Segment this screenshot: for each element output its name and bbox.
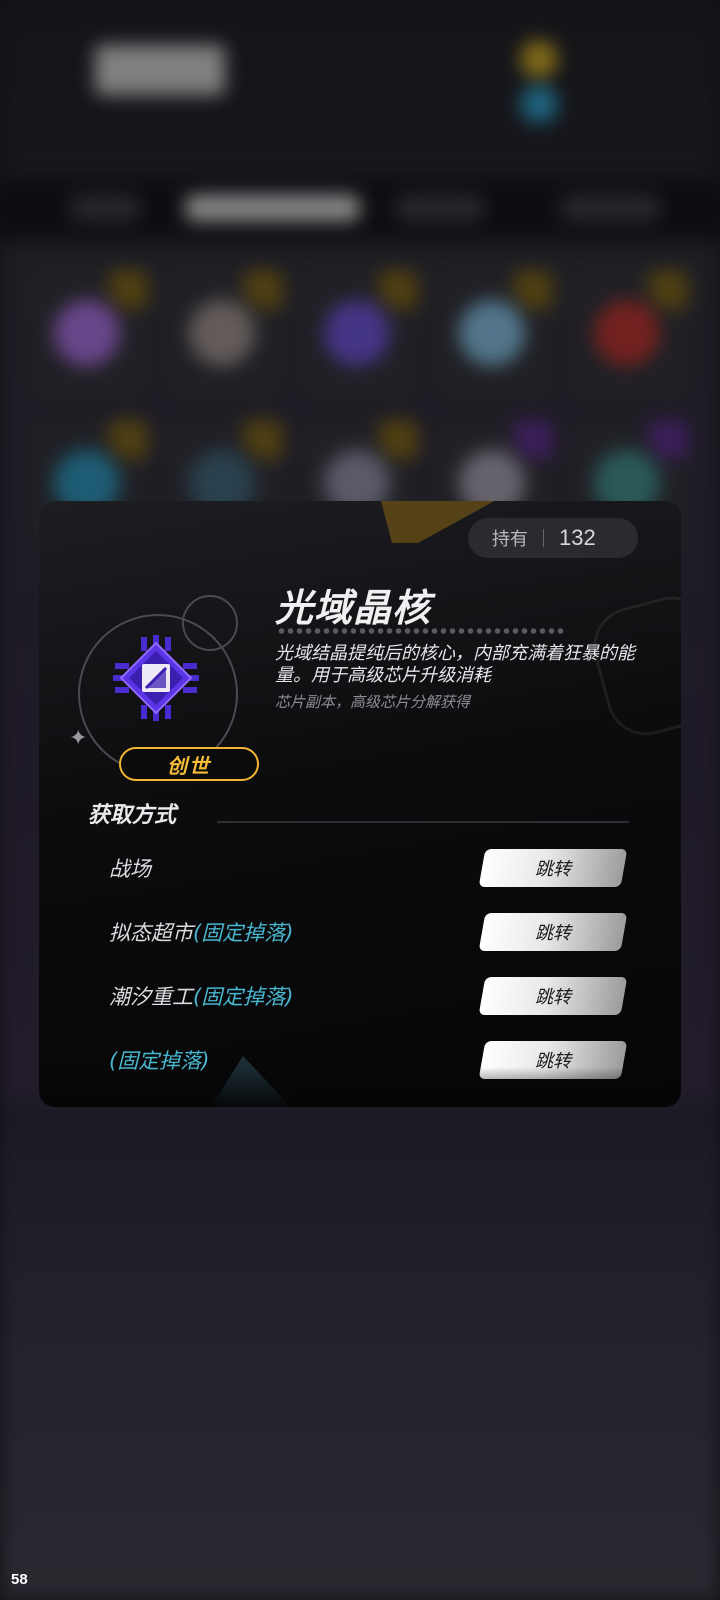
- item-source-hint: 芯片副本，高级芯片分解获得: [275, 693, 471, 711]
- acquisition-row: (固定掉落) 跳转: [39, 1041, 681, 1081]
- acquisition-source-label: 潮汐重工(固定掉落): [109, 985, 294, 1009]
- jump-button[interactable]: 跳转: [478, 849, 628, 887]
- fps-counter: 58: [11, 1571, 28, 1588]
- sparkle-icon: ✦: [69, 726, 88, 751]
- acquisition-source-label: 战场: [109, 857, 151, 881]
- owned-count: 132: [559, 525, 596, 550]
- dotted-divider: [277, 627, 567, 635]
- section-divider: [217, 821, 629, 823]
- owned-label: 持有: [492, 529, 528, 549]
- rarity-badge: 创世: [119, 747, 259, 781]
- item-description: 光域结晶提纯后的核心，内部充满着狂暴的能量。用于高级芯片升级消耗: [275, 643, 635, 686]
- purple-crystal-chip-icon: [113, 635, 199, 721]
- acquisition-row: 战场 跳转: [39, 849, 681, 889]
- jump-button[interactable]: 跳转: [478, 1041, 628, 1079]
- item-detail-modal: 持有 132 ✦ 创世 光域晶核 光域结晶提纯后的核心，内部充满着狂暴的能量。用…: [39, 501, 681, 1107]
- item-title: 光域晶核: [275, 586, 432, 630]
- acquisition-section-title: 获取方式: [88, 803, 177, 828]
- acquisition-row: 拟态超市(固定掉落) 跳转: [39, 913, 681, 953]
- jump-button[interactable]: 跳转: [478, 977, 628, 1015]
- owned-count-pill: 持有 132: [468, 518, 638, 558]
- rarity-label: 创世: [167, 753, 211, 778]
- divider: [543, 529, 544, 547]
- acquisition-source-label: (固定掉落): [109, 1049, 210, 1073]
- jump-button[interactable]: 跳转: [478, 913, 628, 951]
- acquisition-row: 潮汐重工(固定掉落) 跳转: [39, 977, 681, 1017]
- acquisition-source-label: 拟态超市(固定掉落): [109, 921, 294, 945]
